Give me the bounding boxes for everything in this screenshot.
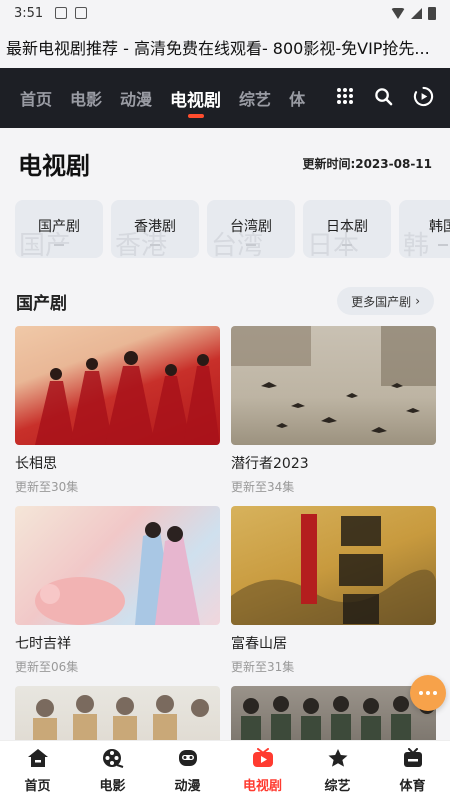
tab-tv-series[interactable]: 电视剧 xyxy=(170,68,221,128)
show-episode-status: 更新至31集 xyxy=(231,660,295,674)
show-title: 富春山居 xyxy=(231,636,287,652)
chip-label: 韩国 xyxy=(429,219,450,235)
chip-watermark: 韩 xyxy=(403,231,430,258)
home-icon xyxy=(27,748,49,772)
show-poster[interactable] xyxy=(15,506,220,625)
dot xyxy=(433,691,437,695)
tv-play-icon xyxy=(252,747,274,772)
chip-label: 日本剧 xyxy=(326,219,368,235)
bottom-nav-tv-series[interactable]: 电视剧 xyxy=(225,741,300,800)
page-title: 最新电视剧推荐 - 高清免费在线观看- 800影视-免VIP抢先... xyxy=(0,26,450,68)
tab-sports[interactable]: 体 xyxy=(289,68,305,128)
chip-underline xyxy=(246,244,256,246)
bottom-nav-sports[interactable]: 体育 xyxy=(375,741,450,800)
show-title: 七时吉祥 xyxy=(15,636,71,652)
show-card[interactable]: 长相思 更新至30集 xyxy=(15,326,220,495)
more-label: 更多国产剧 xyxy=(351,294,412,309)
show-title: 长相思 xyxy=(15,456,57,472)
chip-label: 台湾剧 xyxy=(230,219,272,235)
bottom-nav-label: 电影 xyxy=(99,778,126,794)
chip-label: 香港剧 xyxy=(134,219,176,235)
section-heading: 国产剧 xyxy=(16,293,67,314)
sports-tv-icon xyxy=(402,747,424,772)
chevron-right-icon: › xyxy=(415,294,420,308)
bottom-nav-label: 电视剧 xyxy=(242,778,282,794)
bottom-nav-variety[interactable]: 综艺 xyxy=(300,741,375,800)
show-poster[interactable] xyxy=(15,326,220,445)
chip-underline xyxy=(438,244,448,246)
chip-underline xyxy=(150,244,160,246)
battery-icon xyxy=(428,6,436,20)
bottom-nav-label: 首页 xyxy=(24,778,51,794)
grid-icon[interactable] xyxy=(336,87,354,109)
show-card[interactable]: 潜行者2023 更新至34集 xyxy=(231,326,436,495)
chip-underline xyxy=(54,244,64,246)
dot xyxy=(426,691,430,695)
bottom-nav-home[interactable]: 首页 xyxy=(0,741,75,800)
section-header: 国产剧 更多国产剧 › xyxy=(0,282,450,320)
category-chip-hongkong[interactable]: 香港 香港剧 xyxy=(111,200,199,258)
show-episode-status: 更新至34集 xyxy=(231,480,295,494)
category-chip-taiwan[interactable]: 台湾 台湾剧 xyxy=(207,200,295,258)
show-episode-status: 更新至30集 xyxy=(15,480,79,494)
category-chip-mainland[interactable]: 国产 国产剧 xyxy=(15,200,103,258)
show-poster[interactable] xyxy=(231,326,436,445)
top-nav: 首页 电影 动漫 电视剧 综艺 体 xyxy=(0,68,450,128)
status-bar: 3:51 xyxy=(0,0,450,26)
show-poster[interactable] xyxy=(231,506,436,625)
more-options-fab[interactable] xyxy=(410,675,446,711)
bottom-nav-label: 综艺 xyxy=(324,778,351,794)
search-icon[interactable] xyxy=(374,87,393,110)
star-icon xyxy=(327,748,349,772)
gallery-icon xyxy=(55,7,68,19)
tab-variety[interactable]: 综艺 xyxy=(239,68,271,128)
dot xyxy=(419,691,423,695)
tab-home[interactable]: 首页 xyxy=(20,68,52,128)
anime-face-icon xyxy=(177,748,199,772)
show-episode-status: 更新至06集 xyxy=(15,660,79,674)
more-button[interactable]: 更多国产剧 › xyxy=(337,287,434,315)
status-time: 3:51 xyxy=(14,5,44,21)
bottom-nav-label: 动漫 xyxy=(174,778,201,794)
show-card[interactable]: 富春山居 更新至31集 xyxy=(231,506,436,675)
category-chips: 国产 国产剧 香港 香港剧 台湾 台湾剧 日本 日本剧 韩 韩国 xyxy=(15,200,450,258)
chip-label: 国产剧 xyxy=(38,219,80,235)
tab-movie[interactable]: 电影 xyxy=(70,68,102,128)
tab-anime[interactable]: 动漫 xyxy=(120,68,152,128)
show-card[interactable]: 七时吉祥 更新至06集 xyxy=(15,506,220,675)
section-title: 电视剧 xyxy=(18,151,90,180)
font-icon xyxy=(75,7,88,19)
bottom-nav-label: 体育 xyxy=(399,778,426,794)
chip-underline xyxy=(342,244,352,246)
bottom-nav-anime[interactable]: 动漫 xyxy=(150,741,225,800)
history-icon[interactable] xyxy=(413,86,434,111)
category-chip-japan[interactable]: 日本 日本剧 xyxy=(303,200,391,258)
show-title: 潜行者2023 xyxy=(231,456,309,472)
page-header: 电视剧 更新时间:2023-08-11 xyxy=(0,128,450,198)
update-time: 更新时间:2023-08-11 xyxy=(302,156,432,171)
film-reel-icon xyxy=(102,748,124,772)
signal-icon xyxy=(411,7,422,19)
bottom-nav: 首页 电影 动漫 电视剧 综艺 体育 xyxy=(0,740,450,800)
wifi-icon xyxy=(391,7,405,19)
category-chip-korea[interactable]: 韩 韩国 xyxy=(399,200,450,258)
bottom-nav-movie[interactable]: 电影 xyxy=(75,741,150,800)
